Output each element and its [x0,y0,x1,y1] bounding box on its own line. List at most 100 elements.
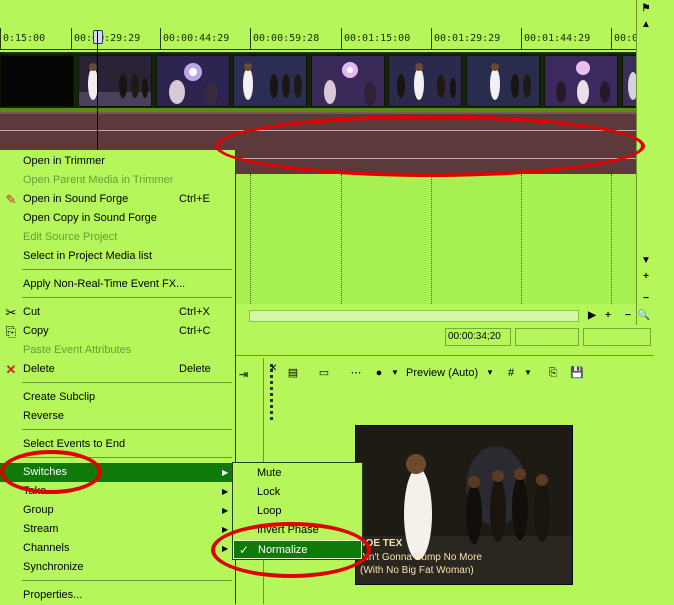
menu-item-open-parent-media: Open Parent Media in Trimmer [0,171,236,190]
preview-toolbar: ✕ ▤ ▭ ⋯ ● ▼ Preview (Auto) ▼ # ▼ ⎘ 💾 [265,362,655,384]
video-thumbnail [544,55,618,107]
video-thumbnail [388,55,462,107]
copy-icon: ⎘ [5,324,17,339]
menu-item-synchronize[interactable]: Synchronize [0,558,236,577]
menu-item-channels[interactable]: Channels ▶ [0,539,236,558]
menu-item-label: Edit Source Project [23,231,118,243]
scroll-track[interactable] [249,310,579,322]
menu-item-label: Apply Non-Real-Time Event FX... [23,278,186,290]
menu-item-label: Reverse [23,410,64,422]
menu-separator [22,429,232,430]
grid-line [521,174,522,304]
scroll-down-icon[interactable]: ▼ [639,254,653,268]
horizontal-scrollbar[interactable]: ▶ + − 🔍 [235,308,655,324]
menu-item-label: Group [23,504,54,516]
preview-quality-dropdown[interactable]: Preview (Auto) [406,364,478,382]
menu-item-select-in-media-list[interactable]: Select in Project Media list [0,247,236,266]
scroll-up-icon[interactable]: ▲ [639,18,653,32]
time-display-row: 00:00:34;20 [235,328,655,348]
ruler-tick: 0:15:00 [0,28,45,50]
save-snapshot-icon[interactable]: 💾 [569,364,585,382]
overlays-icon[interactable]: ● [371,364,387,382]
grid-icon[interactable]: # [503,364,519,382]
menu-item-copy[interactable]: ⎘ Copy Ctrl+C [0,322,236,341]
ruler-tick: 00:00:29:29 [71,28,140,50]
dropdown-arrow-icon[interactable]: ▼ [391,364,399,382]
copy-snapshot-icon[interactable]: ⎘ [545,364,561,382]
menu-item-shortcut: Ctrl+C [179,325,211,337]
menu-item-label: Channels [23,542,70,554]
video-event-thumbnails[interactable] [0,52,640,108]
zoom-out-icon[interactable]: − [639,292,653,306]
selection-length-display[interactable] [583,328,651,346]
menu-item-cut[interactable]: ✂ Cut Ctrl+X [0,303,236,322]
caption-line: Ain't Gonna Bump No More [360,552,482,563]
sound-forge-icon: ✎ [5,192,17,207]
external-monitor-icon[interactable]: ▭ [315,364,333,382]
caption-line: (With No Big Fat Woman) [360,565,474,576]
ruler-tick: 00:00:59:28 [250,28,319,50]
timeline-area[interactable]: 0:15:00 00:00:29:29 00:00:44:29 00:00:59… [0,0,654,112]
ruler-tick: 00:00:44:29 [160,28,229,50]
submenu-item-loop[interactable]: Loop [233,502,362,521]
scroll-right-icon[interactable]: ▶ [585,308,599,324]
menu-item-label: Open Copy in Sound Forge [23,212,157,224]
menu-item-label: Stream [23,523,59,535]
menu-separator [22,580,232,581]
flag-icon[interactable]: ⚑ [639,2,653,16]
menu-item-stream[interactable]: Stream ▶ [0,520,236,539]
menu-item-open-copy-sound-forge[interactable]: Open Copy in Sound Forge [0,209,236,228]
menu-item-label: Properties... [23,589,83,601]
preview-settings-icon[interactable]: ▤ [285,364,301,382]
submenu-arrow-icon: ▶ [222,468,229,477]
menu-item-label: Open in Sound Forge [23,193,129,205]
zoom-in-icon[interactable]: + [601,308,615,324]
video-preview-window[interactable]: JOE TEX Ain't Gonna Bump No More (With N… [355,425,573,585]
cursor-time-display[interactable]: 00:00:34;20 [445,328,511,346]
menu-item-label: Cut [23,306,41,318]
menu-item-label: Open Parent Media in Trimmer [23,174,174,186]
menu-separator [22,382,232,383]
dropdown-arrow-icon[interactable]: ▼ [524,364,532,382]
menu-item-reverse[interactable]: Reverse [0,407,236,426]
ruler-tick: 00:01:44:29 [521,28,590,50]
submenu-item-lock[interactable]: Lock [233,483,362,502]
vertical-scroll-strip[interactable]: ⚑ ▲ ▼ + − [636,0,654,325]
menu-item-shortcut: Delete [179,363,211,375]
selection-start-display[interactable] [515,328,579,346]
panel-tool-icon[interactable]: ⇥ [239,368,253,382]
dropdown-arrow-icon[interactable]: ▼ [486,364,494,382]
submenu-item-label: Loop [257,505,282,517]
zoom-tool-icon[interactable]: 🔍 [637,308,651,324]
annotation-oval [215,115,645,177]
menu-item-group[interactable]: Group ▶ [0,501,236,520]
delete-x-icon: ✕ [5,362,17,377]
playhead-handle[interactable] [93,30,103,44]
menu-item-shortcut: Ctrl+X [179,306,210,318]
submenu-arrow-icon: ▶ [222,506,229,515]
ruler-tick: 00:0 [611,28,638,50]
menu-item-delete[interactable]: ✕ Delete Delete [0,360,236,379]
menu-item-open-in-sound-forge[interactable]: ✎ Open in Sound Forge Ctrl+E [0,190,236,209]
scissors-icon: ✂ [5,305,17,320]
video-thumbnail [233,55,307,107]
menu-item-apply-nonrealtime-fx[interactable]: Apply Non-Real-Time Event FX... [0,275,236,294]
ruler-tick: 00:01:15:00 [341,28,410,50]
menu-item-create-subclip[interactable]: Create Subclip [0,388,236,407]
split-screen-icon[interactable]: ⋯ [347,364,365,382]
menu-item-label: Synchronize [23,561,84,573]
grid-line [341,174,342,304]
submenu-item-mute[interactable]: Mute [233,464,362,483]
menu-item-properties[interactable]: Properties... [0,586,236,605]
menu-item-label: Copy [23,325,49,337]
close-icon[interactable]: ✕ [269,360,277,378]
menu-separator [22,297,232,298]
submenu-arrow-icon: ▶ [222,487,229,496]
submenu-item-label: Mute [257,467,282,479]
ruler-tick: 00:01:29:29 [431,28,500,50]
zoom-out-icon[interactable]: − [621,308,635,324]
menu-item-open-in-trimmer[interactable]: Open in Trimmer [0,152,236,171]
zoom-in-icon[interactable]: + [639,270,653,284]
grid-line [250,174,251,304]
menu-item-paste-event-attributes: Paste Event Attributes [0,341,236,360]
